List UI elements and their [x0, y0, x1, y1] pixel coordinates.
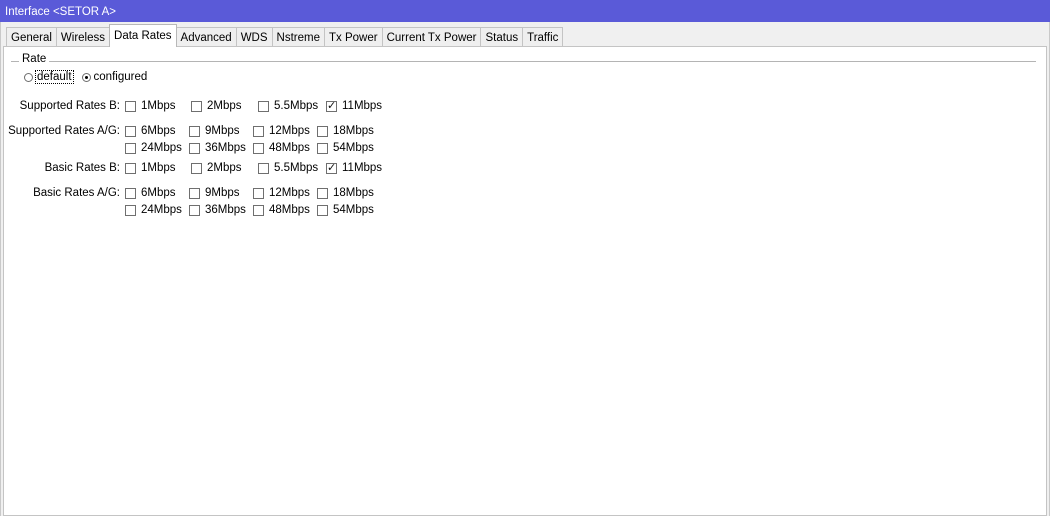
checkbox-checked[interactable]: [326, 99, 337, 113]
basic-rates-ag-label: Basic Rates A/G:: [33, 187, 120, 199]
rate-configured-radio[interactable]: [81, 72, 91, 82]
checkbox[interactable]: [258, 162, 269, 174]
tab-wds[interactable]: WDS: [235, 27, 273, 47]
checkbox[interactable]: [191, 162, 202, 174]
tab-advanced[interactable]: Advanced: [175, 27, 237, 47]
checkbox[interactable]: [258, 100, 269, 112]
checkbox[interactable]: [189, 142, 200, 154]
supported-rates-b-label: Supported Rates B:: [19, 100, 120, 112]
basic-ag-36mbps[interactable]: 36Mbps: [189, 204, 246, 216]
checkbox[interactable]: [125, 142, 136, 154]
checkbox[interactable]: [317, 142, 328, 154]
basic-ag-24mbps[interactable]: 24Mbps: [125, 204, 182, 216]
supported-ag-48mbps[interactable]: 48Mbps: [253, 142, 310, 154]
supported-ag-24mbps[interactable]: 24Mbps: [125, 142, 182, 154]
supported-b-11mbps[interactable]: 11Mbps: [326, 99, 382, 113]
rate-configured-option[interactable]: configured: [81, 71, 148, 83]
checkbox[interactable]: [253, 142, 264, 154]
supported-ag-18mbps[interactable]: 18Mbps: [317, 125, 374, 137]
supported-b-5.5mbps[interactable]: 5.5Mbps: [258, 100, 318, 112]
basic-ag-9mbps[interactable]: 9Mbps: [189, 187, 240, 199]
checkbox[interactable]: [125, 125, 136, 137]
window-body: General Wireless Data Rates Advanced WDS…: [0, 22, 1050, 516]
supported-ag-36mbps[interactable]: 36Mbps: [189, 142, 246, 154]
checkbox[interactable]: [125, 187, 136, 199]
tab-wireless[interactable]: Wireless: [55, 27, 111, 47]
checkbox[interactable]: [317, 187, 328, 199]
checkbox-checked[interactable]: [326, 161, 337, 175]
basic-b-1mbps[interactable]: 1Mbps: [125, 162, 176, 174]
checkbox[interactable]: [189, 125, 200, 137]
rate-group-border: [11, 61, 1036, 62]
basic-ag-12mbps[interactable]: 12Mbps: [253, 187, 310, 199]
checkbox[interactable]: [125, 162, 136, 174]
rate-mode-radio-group: default configured: [24, 70, 156, 84]
tab-status[interactable]: Status: [480, 27, 524, 47]
basic-b-11mbps[interactable]: 11Mbps: [326, 161, 382, 175]
supported-ag-12mbps[interactable]: 12Mbps: [253, 125, 310, 137]
tab-tx-power[interactable]: Tx Power: [324, 27, 383, 47]
supported-b-2mbps[interactable]: 2Mbps: [191, 100, 242, 112]
window-title: Interface <SETOR A>: [0, 0, 1050, 22]
checkbox[interactable]: [189, 204, 200, 216]
supported-rates-ag-label: Supported Rates A/G:: [8, 125, 120, 137]
tab-data-rates[interactable]: Data Rates: [109, 24, 177, 47]
checkbox[interactable]: [317, 125, 328, 137]
checkbox[interactable]: [189, 187, 200, 199]
rate-default-radio[interactable]: [24, 72, 33, 82]
tab-general[interactable]: General: [6, 27, 57, 47]
checkbox[interactable]: [191, 100, 202, 112]
checkbox[interactable]: [253, 204, 264, 216]
tab-traffic[interactable]: Traffic: [522, 27, 564, 47]
supported-ag-6mbps[interactable]: 6Mbps: [125, 125, 176, 137]
rate-default-label[interactable]: default: [35, 70, 74, 84]
basic-ag-18mbps[interactable]: 18Mbps: [317, 187, 374, 199]
tab-strip: General Wireless Data Rates Advanced WDS…: [6, 24, 564, 47]
tab-current-tx-power[interactable]: Current Tx Power: [381, 27, 482, 47]
rate-default-option[interactable]: default: [24, 70, 74, 84]
basic-ag-48mbps[interactable]: 48Mbps: [253, 204, 310, 216]
basic-b-5.5mbps[interactable]: 5.5Mbps: [258, 162, 318, 174]
rate-configured-label[interactable]: configured: [94, 71, 148, 83]
basic-ag-6mbps[interactable]: 6Mbps: [125, 187, 176, 199]
checkbox[interactable]: [125, 100, 136, 112]
rate-group-title: Rate: [19, 53, 50, 65]
basic-ag-54mbps[interactable]: 54Mbps: [317, 204, 374, 216]
data-rates-panel: Rate default configured Supported Rates …: [3, 46, 1047, 516]
checkbox[interactable]: [125, 204, 136, 216]
checkbox[interactable]: [253, 187, 264, 199]
basic-b-2mbps[interactable]: 2Mbps: [191, 162, 242, 174]
supported-b-1mbps[interactable]: 1Mbps: [125, 100, 176, 112]
checkbox[interactable]: [317, 204, 328, 216]
tab-nstreme[interactable]: Nstreme: [271, 27, 325, 47]
basic-rates-b-label: Basic Rates B:: [44, 162, 120, 174]
supported-ag-9mbps[interactable]: 9Mbps: [189, 125, 240, 137]
checkbox[interactable]: [253, 125, 264, 137]
supported-ag-54mbps[interactable]: 54Mbps: [317, 142, 374, 154]
